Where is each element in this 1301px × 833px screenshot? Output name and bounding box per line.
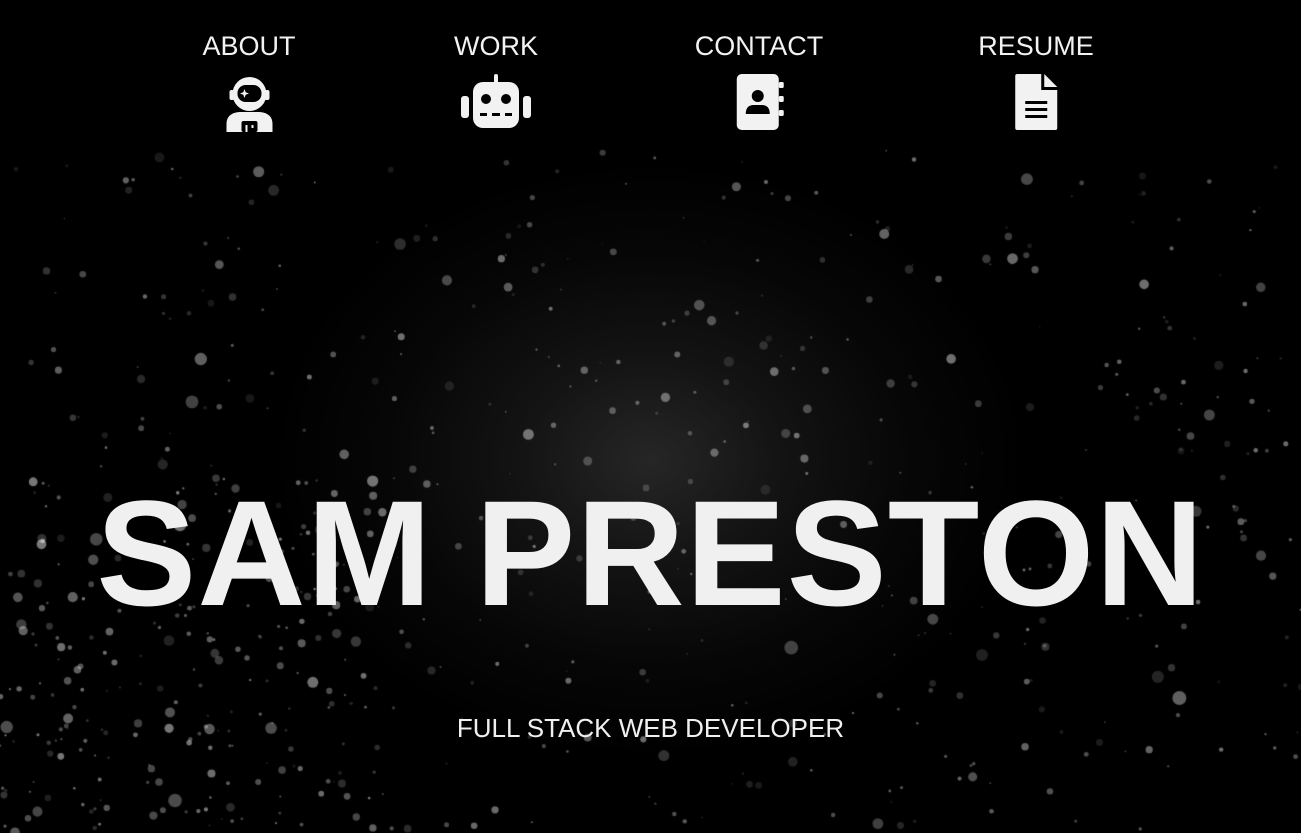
- nav-item-about[interactable]: ABOUT: [202, 30, 296, 132]
- hero-subtitle: FULL STACK WEB DEVELOPER: [456, 713, 845, 743]
- robot-icon[interactable]: [460, 72, 532, 132]
- address-book-icon[interactable]: [723, 72, 795, 132]
- document-icon[interactable]: [1000, 72, 1072, 132]
- page: ABOUT WORK CONTACT RESUME SAM PRESTON FU…: [0, 0, 1301, 833]
- nav-item-work[interactable]: WORK: [454, 30, 538, 132]
- hero-name: SAM PRESTON: [96, 468, 1205, 637]
- nav-label-work[interactable]: WORK: [454, 30, 538, 62]
- nav-label-resume[interactable]: RESUME: [978, 30, 1094, 62]
- nav-item-resume[interactable]: RESUME: [978, 30, 1094, 132]
- astronaut-icon[interactable]: [213, 72, 285, 132]
- nav-label-contact[interactable]: CONTACT: [695, 30, 824, 62]
- top-nav: ABOUT WORK CONTACT RESUME: [0, 0, 1301, 150]
- nav-item-contact[interactable]: CONTACT: [695, 30, 824, 132]
- nav-label-about[interactable]: ABOUT: [202, 30, 295, 62]
